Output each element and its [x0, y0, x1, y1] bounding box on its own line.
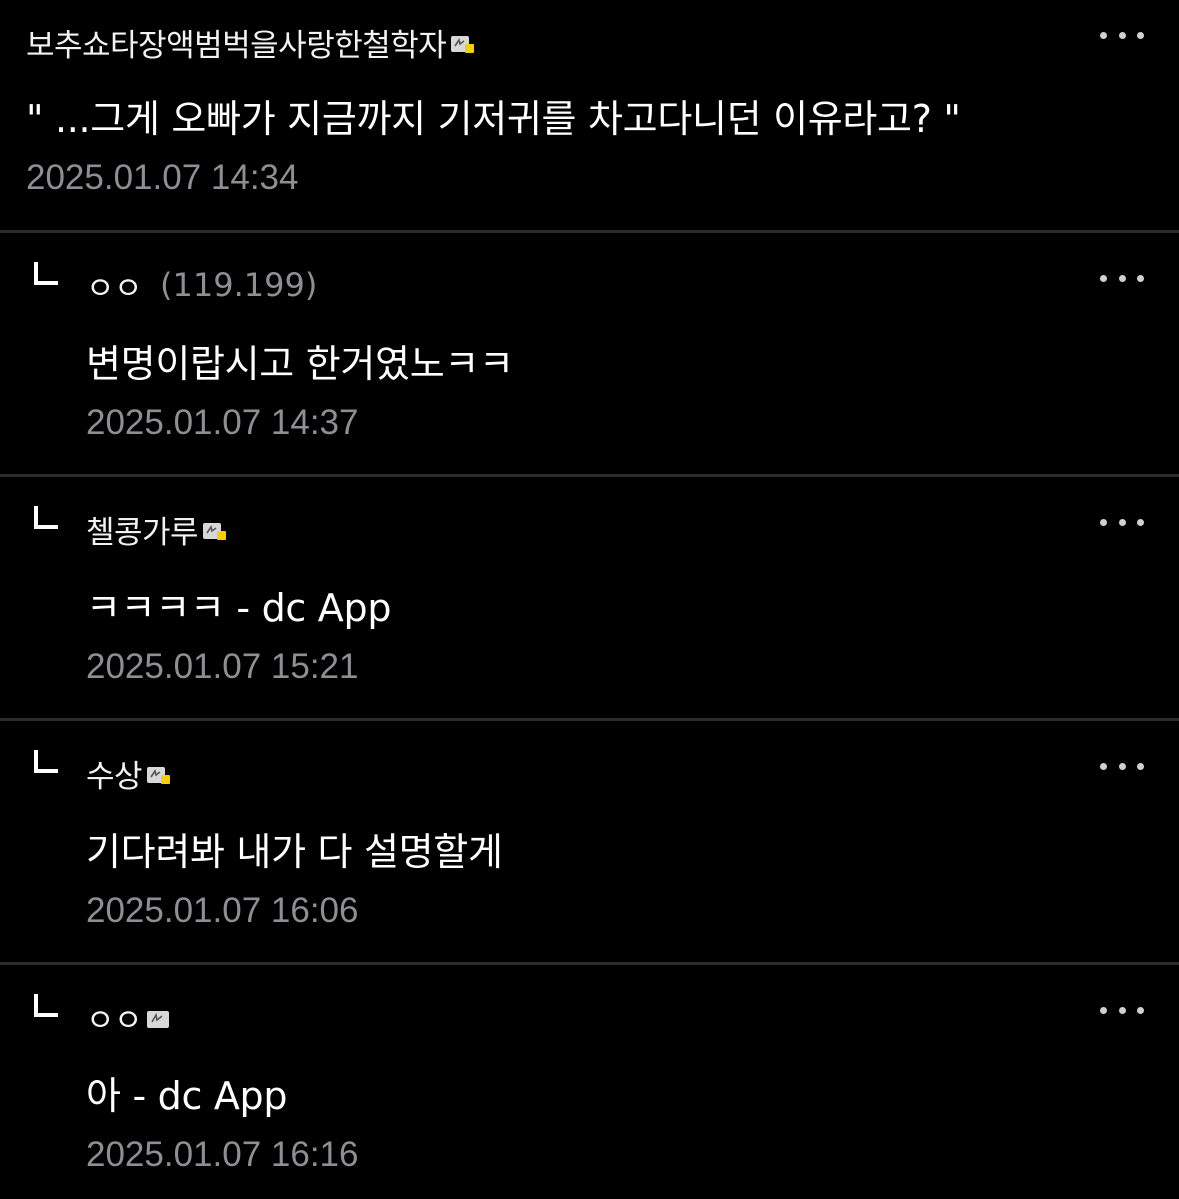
reply-item: 수상 기다려봐 내가 다 설명할게 2025.01.07 16:06 — [0, 721, 1179, 962]
reply-arrow-icon — [34, 750, 58, 773]
member-badge-icon — [450, 33, 476, 55]
comment-date: 2025.01.07 14:34 — [26, 158, 299, 197]
member-badge-icon — [146, 1008, 172, 1030]
comment-date: 2025.01.07 14:37 — [86, 403, 359, 442]
comment-date: 2025.01.07 16:06 — [86, 891, 359, 930]
member-badge-icon — [202, 520, 228, 542]
reply-item: ㅇㅇ 아 - dc App 2025.01.07 16:16 — [0, 965, 1179, 1199]
comment-text: " ...그게 오빠가 지금까지 기저귀를 차고다니던 이유라고? " — [26, 97, 961, 141]
comment-author-row: 첼콩가루 — [86, 507, 228, 551]
comment-text: 변명이랍시고 한거였노ㅋㅋ — [86, 342, 514, 386]
comment-nickname[interactable]: ㅇㅇ — [86, 263, 143, 308]
reply-item: 첼콩가루 ㅋㅋㅋㅋ - dc App 2025.01.07 15:21 — [0, 477, 1179, 718]
comment-author-row: 보추쇼타장액범벅을사랑한철학자 — [26, 20, 476, 64]
comment-nickname[interactable]: ㅇㅇ — [86, 995, 143, 1040]
comment-date: 2025.01.07 16:16 — [86, 1135, 359, 1174]
comment-nickname[interactable]: 보추쇼타장액범벅을사랑한철학자 — [26, 20, 447, 65]
member-badge-icon — [146, 764, 172, 786]
comment-author-row: 수상 — [86, 751, 172, 795]
more-options-icon[interactable] — [1100, 271, 1144, 285]
comment-date: 2025.01.07 15:21 — [86, 647, 359, 686]
comment-ip: (119.199) — [160, 266, 318, 304]
comment-text: 아 - dc App — [86, 1074, 288, 1118]
more-options-icon[interactable] — [1100, 28, 1144, 42]
reply-arrow-icon — [34, 262, 58, 285]
more-options-icon[interactable] — [1100, 1003, 1144, 1017]
reply-arrow-icon — [34, 506, 58, 529]
comment-text: ㅋㅋㅋㅋ - dc App — [86, 586, 392, 630]
comment-item: 보추쇼타장액범벅을사랑한철학자 " ...그게 오빠가 지금까지 기저귀를 차고… — [0, 0, 1179, 232]
reply-arrow-icon — [34, 994, 58, 1017]
comment-text: 기다려봐 내가 다 설명할게 — [86, 830, 503, 874]
comment-nickname[interactable]: 수상 — [86, 751, 143, 796]
comment-author-row: ㅇㅇ (119.199) — [86, 263, 317, 307]
more-options-icon[interactable] — [1100, 515, 1144, 529]
more-options-icon[interactable] — [1100, 759, 1144, 773]
comment-author-row: ㅇㅇ — [86, 995, 172, 1039]
reply-item: ㅇㅇ (119.199) 변명이랍시고 한거였노ㅋㅋ 2025.01.07 14… — [0, 233, 1179, 474]
comment-nickname[interactable]: 첼콩가루 — [86, 507, 199, 552]
